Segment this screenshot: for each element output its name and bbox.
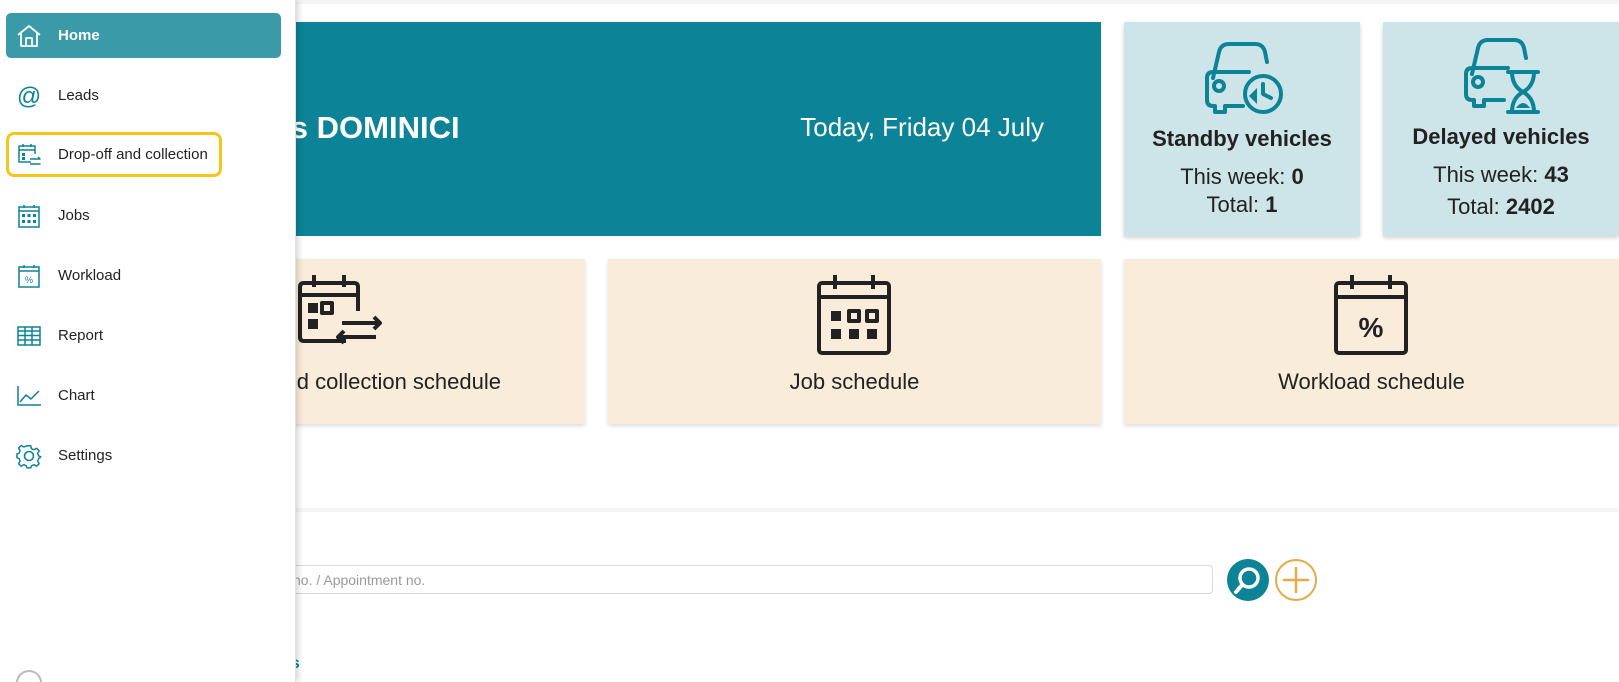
calendar-grid-icon: [817, 275, 891, 355]
delayed-total-label: Total:: [1447, 194, 1506, 219]
search-button[interactable]: [1227, 559, 1269, 601]
job-schedule-label: Job schedule: [789, 369, 920, 394]
calendar-percent-icon: %: [16, 263, 42, 289]
delayed-week-value: 43: [1544, 162, 1569, 187]
standby-week-value: 0: [1291, 164, 1304, 189]
delayed-week: This week: 43: [1383, 162, 1619, 188]
sidebar: Home @ Leads Drop-off and collection Job…: [0, 0, 296, 682]
section-divider: [296, 508, 1619, 512]
gear-icon: [16, 443, 42, 469]
sidebar-item-label: Home: [58, 27, 100, 44]
sidebar-item-workload[interactable]: % Workload: [6, 253, 281, 298]
delayed-title: Delayed vehicles: [1412, 124, 1590, 149]
search-icon: [1234, 567, 1260, 594]
workload-schedule-tile[interactable]: % Workload schedule: [1124, 259, 1619, 424]
home-icon: [16, 23, 42, 49]
svg-text:%: %: [1359, 312, 1384, 343]
calendar-transfer-icon: [16, 142, 42, 168]
footer-icon[interactable]: [16, 670, 42, 682]
svg-text:%: %: [25, 275, 33, 285]
add-button[interactable]: [1275, 559, 1317, 601]
chart-line-icon: [16, 383, 42, 409]
sidebar-item-leads[interactable]: @ Leads: [6, 73, 281, 118]
welcome-banner: mas DOMINICI Today, Friday 04 July: [200, 22, 1101, 236]
table-icon: [16, 323, 42, 349]
dropoff-schedule-label: d collection schedule: [296, 369, 501, 394]
sidebar-item-dropoff[interactable]: Drop-off and collection: [6, 132, 222, 177]
delayed-week-label: This week:: [1433, 162, 1545, 187]
top-border: [296, 0, 1619, 4]
sidebar-item-chart[interactable]: Chart: [6, 373, 281, 418]
workload-schedule-label: Workload schedule: [1278, 369, 1465, 394]
job-schedule-tile[interactable]: Job schedule: [608, 259, 1101, 424]
plus-icon: [1282, 566, 1310, 594]
standby-total: Total: 1: [1124, 192, 1360, 218]
calendar-percent-icon: %: [1334, 275, 1408, 355]
sidebar-item-report[interactable]: Report: [6, 313, 281, 358]
sidebar-item-settings[interactable]: Settings: [6, 433, 281, 478]
sidebar-item-label: Chart: [58, 387, 95, 404]
today-date: Today, Friday 04 July: [800, 112, 1044, 142]
delayed-total: Total: 2402: [1383, 194, 1619, 220]
calendar-grid-icon: [16, 203, 42, 229]
delayed-total-value: 2402: [1505, 194, 1555, 219]
calendar-transfer-icon: [298, 275, 382, 345]
sidebar-item-label: Report: [58, 327, 104, 344]
at-icon: @: [16, 83, 42, 109]
sidebar-item-label: Settings: [58, 447, 113, 464]
svg-text:@: @: [17, 83, 41, 109]
standby-week-label: This week:: [1180, 164, 1292, 189]
standby-week: This week: 0: [1124, 164, 1360, 190]
standby-title: Standby vehicles: [1152, 126, 1332, 151]
car-hourglass-icon: [1464, 38, 1540, 114]
delayed-vehicles-card[interactable]: Delayed vehicles This week: 43 Total: 24…: [1383, 22, 1619, 236]
sidebar-item-label: Leads: [58, 87, 99, 104]
car-clock-icon: [1205, 42, 1283, 114]
search-input[interactable]: [200, 565, 1213, 594]
sidebar-item-label: Drop-off and collection: [58, 146, 208, 163]
standby-total-label: Total:: [1206, 192, 1266, 217]
standby-vehicles-card[interactable]: Standby vehicles This week: 0 Total: 1: [1124, 22, 1360, 236]
sidebar-item-jobs[interactable]: Jobs: [6, 193, 281, 238]
standby-total-value: 1: [1265, 192, 1278, 217]
sidebar-item-home[interactable]: Home: [6, 13, 281, 58]
sidebar-item-label: Workload: [58, 267, 122, 284]
sidebar-item-label: Jobs: [58, 207, 90, 224]
